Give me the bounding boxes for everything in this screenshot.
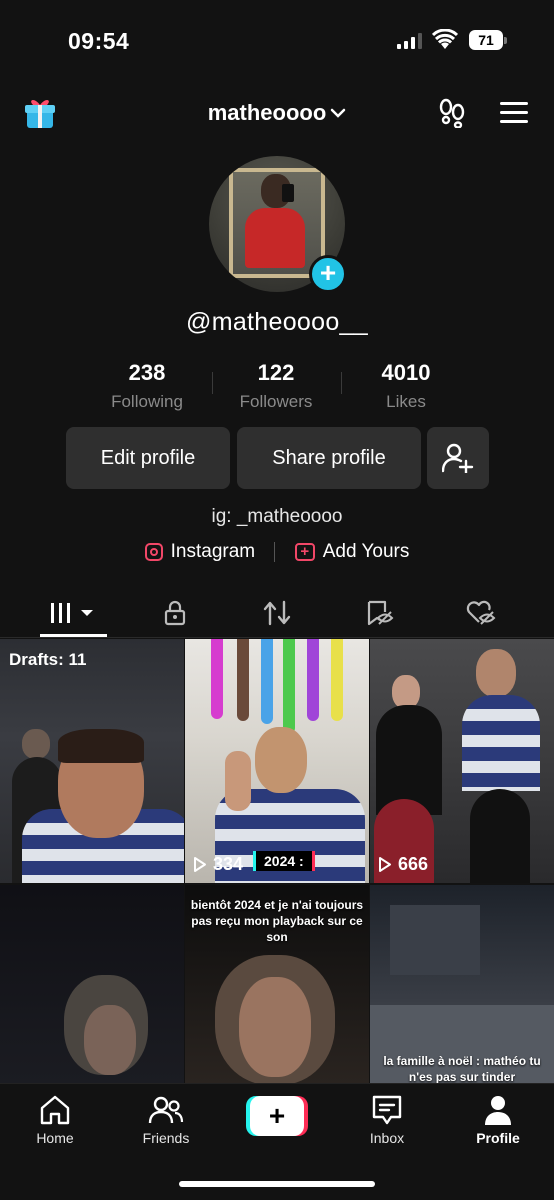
menu-icon[interactable] [500, 102, 528, 124]
stat-label: Likes [386, 392, 426, 411]
create-button[interactable]: + [246, 1096, 308, 1136]
stat-following[interactable]: 238 Following [77, 360, 217, 412]
profile-tabs [0, 588, 554, 638]
stat-label: Following [111, 392, 183, 411]
video-thumbnail[interactable]: 334 2024 : [185, 639, 369, 883]
tab-videos[interactable] [38, 596, 108, 630]
play-icon [194, 857, 206, 872]
instagram-icon [144, 543, 163, 561]
status-time: 09:54 [68, 28, 130, 54]
signal-icon [397, 33, 422, 49]
video-thumbnail[interactable]: bientôt 2024 et je n'ai toujours pas reç… [185, 885, 369, 1085]
profile-bio: ig: _matheoooo [211, 506, 343, 527]
profile-icon [485, 1096, 511, 1125]
instagram-link-label: Instagram [170, 541, 256, 562]
friends-icon [148, 1096, 184, 1124]
video-grid: Drafts: 11 334 2024 : 666 bientôt 2024 e… [0, 639, 554, 1085]
hidden-bookmark-icon [367, 600, 394, 626]
nav-friends[interactable]: Friends [121, 1094, 211, 1146]
add-yours-link[interactable]: + Add Yours [294, 541, 410, 563]
video-caption: bientôt 2024 et je n'ai toujours pas reç… [190, 898, 364, 944]
video-caption-badge: 2024 : [253, 851, 315, 871]
video-caption: la famille à noël : mathéo tu n'es pas s… [383, 1054, 541, 1084]
username-switcher[interactable]: matheoooo [0, 100, 554, 126]
tab-favorites[interactable] [344, 596, 414, 630]
stat-value: 4010 [381, 360, 431, 385]
stat-value: 238 [128, 360, 166, 385]
drafts-count: Drafts: 11 [9, 650, 87, 669]
tab-reposts[interactable] [242, 596, 312, 630]
wifi-icon [432, 29, 458, 49]
stat-likes[interactable]: 4010 Likes [336, 360, 476, 412]
add-yours-link-label: Add Yours [322, 541, 410, 562]
add-avatar-plus-icon[interactable]: + [309, 255, 347, 293]
play-icon [379, 857, 391, 872]
battery-icon: 71 [469, 30, 507, 50]
view-count: 666 [378, 854, 428, 875]
home-indicator [179, 1181, 375, 1187]
stat-followers[interactable]: 122 Followers [206, 360, 346, 412]
hidden-heart-icon [466, 600, 496, 625]
grid-icon [51, 603, 93, 623]
video-thumbnail[interactable] [0, 885, 184, 1085]
add-friend-button[interactable] [427, 427, 489, 489]
footprints-icon[interactable] [437, 98, 467, 128]
active-tab-indicator [40, 634, 107, 637]
view-count-value: 666 [398, 854, 429, 874]
create-icon: + [250, 1096, 304, 1136]
edit-profile-button[interactable]: Edit profile [66, 427, 230, 489]
nav-inbox[interactable]: Inbox [342, 1094, 432, 1146]
nav-inbox-label: Inbox [369, 1130, 405, 1146]
stat-label: Followers [239, 392, 313, 411]
tab-liked[interactable] [446, 596, 516, 630]
view-count-value: 334 [213, 854, 244, 874]
repost-icon [263, 600, 291, 626]
video-thumbnail[interactable]: 666 [370, 639, 554, 883]
nav-friends-label: Friends [142, 1130, 190, 1146]
battery-level: 71 [469, 30, 503, 50]
share-profile-button[interactable]: Share profile [237, 427, 421, 489]
nav-home[interactable]: Home [10, 1094, 100, 1146]
video-thumbnail[interactable]: la famille à noël : mathéo tu n'es pas s… [370, 885, 554, 1085]
video-thumbnail-drafts[interactable]: Drafts: 11 [0, 639, 184, 883]
add-user-icon [442, 443, 474, 473]
nav-home-label: Home [36, 1130, 74, 1146]
nav-profile-label: Profile [476, 1130, 520, 1146]
nav-profile[interactable]: Profile [453, 1094, 543, 1146]
username-label: matheoooo [207, 100, 327, 125]
add-yours-icon: + [294, 543, 315, 561]
instagram-link[interactable]: Instagram [144, 541, 256, 563]
home-icon [40, 1095, 70, 1125]
status-bar: 09:54 71 [0, 0, 554, 80]
link-divider [274, 542, 276, 562]
profile-handle: @matheoooo__ [186, 308, 368, 336]
lock-icon [164, 600, 186, 626]
view-count: 334 [193, 854, 243, 875]
inbox-icon [372, 1095, 402, 1125]
chevron-down-icon [331, 108, 346, 118]
stat-value: 122 [257, 360, 295, 385]
profile-links: Instagram + Add Yours [0, 541, 554, 563]
profile-header: matheoooo [0, 92, 554, 136]
tab-private[interactable] [140, 596, 210, 630]
